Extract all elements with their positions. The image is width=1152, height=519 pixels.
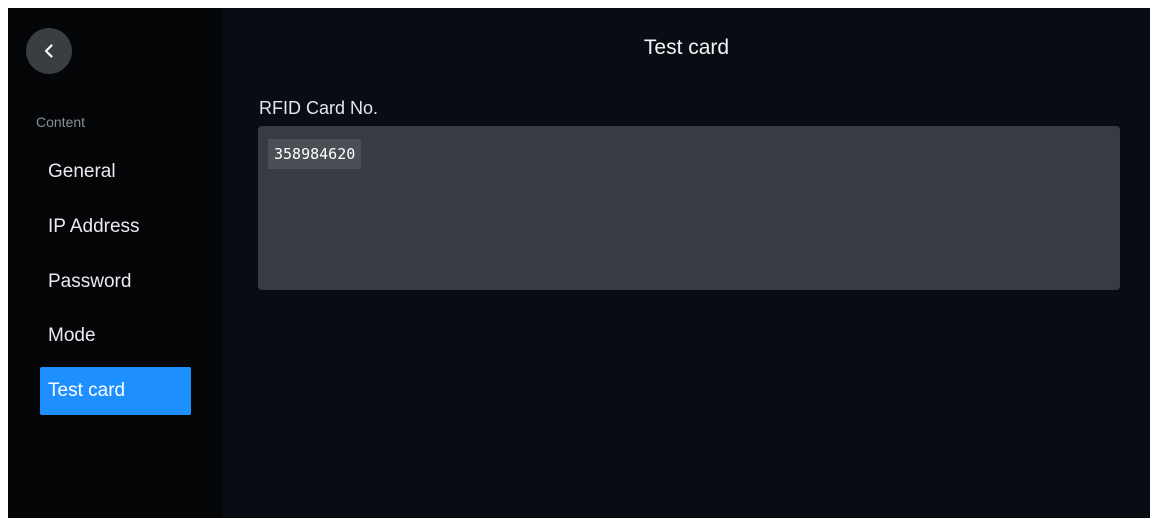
rfid-card-label: RFID Card No. — [259, 98, 379, 118]
back-button[interactable] — [26, 28, 72, 74]
sidebar-section-label: Content — [36, 114, 86, 130]
sidebar-item-password[interactable]: Password — [40, 258, 191, 306]
sidebar-item-test-card[interactable]: Test card — [40, 367, 191, 415]
main-panel: Test card RFID Card No. 358984620 — [223, 8, 1150, 518]
sidebar: Content General IP Address Password Mode… — [8, 8, 223, 518]
rfid-card-value: 358984620 — [268, 139, 362, 169]
rfid-card-field[interactable]: 358984620 — [258, 126, 1120, 290]
page-title: Test card — [643, 36, 730, 59]
device-screen: Content General IP Address Password Mode… — [8, 8, 1150, 518]
sidebar-item-general[interactable]: General — [40, 148, 191, 196]
chevron-left-icon — [44, 44, 53, 58]
sidebar-item-ip-address[interactable]: IP Address — [40, 203, 191, 251]
sidebar-item-mode[interactable]: Mode — [40, 312, 191, 360]
